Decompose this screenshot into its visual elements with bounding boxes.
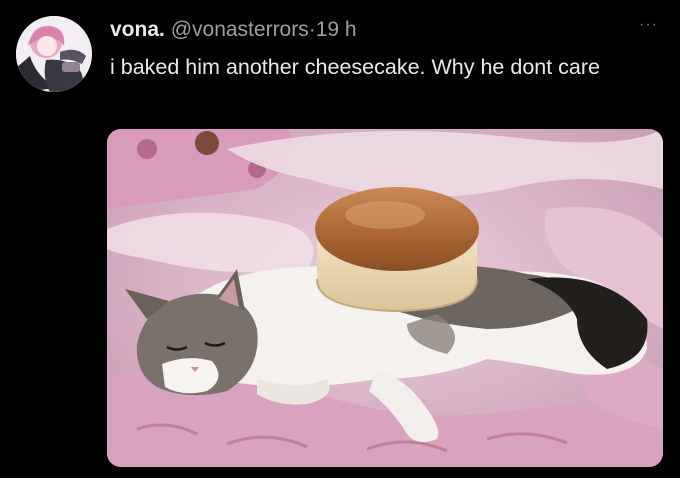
anime-girl-avatar-icon <box>16 16 92 92</box>
tweet-header: vona. @vonasterrors·19 h <box>110 17 357 43</box>
separator-dot: · <box>308 18 316 41</box>
tweet-text: i baked him another cheesecake. Why he d… <box>110 55 601 79</box>
avatar[interactable] <box>16 16 92 92</box>
timestamp[interactable]: 19 h <box>316 18 357 41</box>
ellipsis-icon: ··· <box>639 16 658 33</box>
tweet-media[interactable] <box>107 129 663 467</box>
display-name[interactable]: vona. <box>110 18 165 41</box>
tweet-card[interactable]: vona. @vonasterrors·19 h ··· i baked him… <box>0 0 680 478</box>
more-options-button[interactable]: ··· <box>639 16 658 34</box>
cat-with-cheesecake-photo-icon <box>107 129 663 467</box>
user-handle[interactable]: @vonasterrors <box>171 18 309 41</box>
